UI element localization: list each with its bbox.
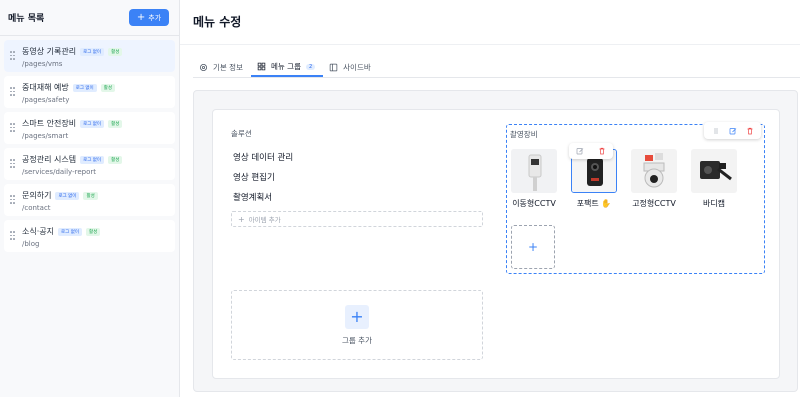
tab-label: 메뉴 그룹 [270, 62, 301, 71]
sidebar-item-label: 중대재해 예방 [22, 83, 69, 92]
plus-icon: + [345, 304, 369, 329]
status-badge: 로그 없이 [57, 227, 82, 236]
plus-icon: + [527, 240, 539, 254]
bodycam-mount-image [691, 149, 737, 193]
ptz-camera-image [631, 149, 677, 193]
sidebar-item-blog[interactable]: 소식·공지 로그 없이 활성 /blog [4, 220, 175, 252]
drag-handle-icon[interactable] [10, 231, 15, 240]
sidebar-item-vms[interactable]: 동영상 기록관리 로그 없이 활성 /pages/vms [4, 40, 175, 72]
add-item-button[interactable]: + 아이템 추가 [231, 211, 483, 227]
group-title: 솔루션 [231, 129, 252, 138]
tab-bar: 기본 정보 메뉴 그룹 2 사이드바 [193, 58, 800, 78]
edit-icon[interactable] [729, 127, 737, 135]
device-toolbar [569, 143, 613, 159]
status-badge: 로그 없이 [55, 191, 80, 200]
gear-icon [200, 64, 207, 71]
add-item-label: 아이템 추가 [248, 216, 281, 224]
edit-icon[interactable] [576, 147, 584, 155]
sidebar-item-safety[interactable]: 중대재해 예방 로그 없이 활성 /pages/safety [4, 76, 175, 108]
status-badge: 활성 [108, 119, 123, 128]
hand-cursor-icon: ✋ [601, 199, 612, 208]
page-title: 메뉴 수정 [193, 15, 242, 29]
main-panel: 메뉴 수정 기본 정보 메뉴 그룹 2 사이드바 솔루션 영상 데이터 관리 영… [180, 0, 800, 397]
device-label: 바디캠 [702, 199, 726, 208]
drag-handle-icon[interactable] [712, 127, 720, 135]
status-badge: 활성 [108, 47, 123, 56]
sidebar-item-label: 스마트 안전장비 [22, 119, 77, 128]
menu-group-equipment[interactable]: 촬영장비 이동형CCTV 포팩트 ✋ 고정형CCTV 바디캠 + [506, 122, 765, 274]
sidebar-header: 메뉴 목록 + 추가 [0, 0, 179, 36]
group-item-list: 영상 데이터 관리 영상 편집기 촬영계획서 [231, 147, 483, 207]
group-canvas: 솔루션 영상 데이터 관리 영상 편집기 촬영계획서 + 아이템 추가 촬영장비 [193, 90, 798, 392]
status-badge: 활성 [83, 191, 98, 200]
grid-icon [257, 62, 266, 71]
sidebar-item-path: /services/daily-report [22, 168, 96, 176]
app: 메뉴 목록 + 추가 동영상 기록관리 로그 없이 활성 /pages/vms … [0, 0, 800, 397]
sidebar-list: 동영상 기록관리 로그 없이 활성 /pages/vms 중대재해 예방 로그 … [0, 36, 179, 260]
drag-handle-icon[interactable] [10, 51, 15, 60]
device-card[interactable]: 고정형CCTV [629, 149, 679, 209]
group-toolbar [704, 122, 761, 139]
trash-icon[interactable] [746, 127, 754, 135]
drag-handle-icon[interactable] [10, 195, 15, 204]
menu-group-solution[interactable]: 솔루션 영상 데이터 관리 영상 편집기 촬영계획서 + 아이템 추가 [231, 128, 483, 227]
sidebar-item-process[interactable]: 공정관리 시스템 로그 없이 활성 /services/daily-report [4, 148, 175, 180]
add-group-button[interactable]: + 그룹 추가 [231, 290, 483, 360]
tab-label: 사이드바 [343, 63, 371, 72]
device-label: 고정형CCTV [632, 199, 676, 208]
add-group-label: 그룹 추가 [342, 335, 372, 345]
sidebar-item-smart[interactable]: 스마트 안전장비 로그 없이 활성 /pages/smart [4, 112, 175, 144]
tab-label: 기본 정보 [213, 63, 243, 72]
device-card[interactable]: 이동형CCTV [509, 149, 559, 209]
group-item[interactable]: 촬영계획서 [231, 187, 483, 207]
sidebar: 메뉴 목록 + 추가 동영상 기록관리 로그 없이 활성 /pages/vms … [0, 0, 180, 397]
sidebar-item-label: 동영상 기록관리 [22, 47, 77, 56]
drag-handle-icon[interactable] [10, 87, 15, 96]
sidebar-item-label: 문의하기 [22, 191, 52, 200]
device-card[interactable]: 바디캠 [689, 149, 739, 209]
drag-handle-icon[interactable] [10, 123, 15, 132]
tab-count-badge: 2 [305, 63, 316, 70]
sidebar-icon [329, 63, 338, 72]
plus-icon: + [136, 11, 146, 23]
sidebar-item-path: /pages/safety [22, 96, 70, 104]
sidebar-item-path: /contact [22, 204, 51, 212]
status-badge: 로그 없이 [80, 119, 105, 128]
trash-icon[interactable] [598, 147, 606, 155]
sidebar-item-path: /pages/smart [22, 132, 69, 140]
group-card: 솔루션 영상 데이터 관리 영상 편집기 촬영계획서 + 아이템 추가 촬영장비 [212, 109, 780, 379]
tab-menu-group[interactable]: 메뉴 그룹 2 [250, 58, 324, 77]
group-item[interactable]: 영상 데이터 관리 [231, 147, 483, 167]
plus-icon: + [238, 214, 245, 224]
device-label: 포팩트 ✋ [576, 199, 612, 208]
status-badge: 로그 없이 [80, 47, 105, 56]
sidebar-title: 메뉴 목록 [8, 14, 45, 24]
add-menu-button[interactable]: + 추가 [129, 9, 169, 26]
device-label: 이동형CCTV [512, 199, 556, 208]
group-item[interactable]: 영상 편집기 [231, 167, 483, 187]
drag-handle-icon[interactable] [10, 159, 15, 168]
tab-basic-info[interactable]: 기본 정보 [193, 58, 251, 77]
sidebar-item-path: /blog [22, 240, 40, 248]
sidebar-item-path: /pages/vms [22, 60, 63, 68]
device-card-selected[interactable]: 포팩트 ✋ [569, 143, 619, 209]
status-badge: 활성 [100, 83, 115, 92]
header-divider [180, 44, 800, 45]
status-badge: 로그 없이 [72, 83, 97, 92]
add-menu-label: 추가 [148, 13, 162, 22]
status-badge: 로그 없이 [80, 155, 105, 164]
status-badge: 활성 [108, 155, 123, 164]
status-badge: 활성 [85, 227, 101, 236]
sidebar-item-contact[interactable]: 문의하기 로그 없이 활성 /contact [4, 184, 175, 216]
tab-sidebar[interactable]: 사이드바 [323, 58, 379, 77]
sidebar-item-label: 소식·공지 [22, 227, 54, 236]
group-title: 촬영장비 [510, 130, 538, 139]
sidebar-item-label: 공정관리 시스템 [22, 155, 77, 164]
mobile-cctv-image [511, 149, 557, 193]
add-device-button[interactable]: + [511, 225, 555, 269]
